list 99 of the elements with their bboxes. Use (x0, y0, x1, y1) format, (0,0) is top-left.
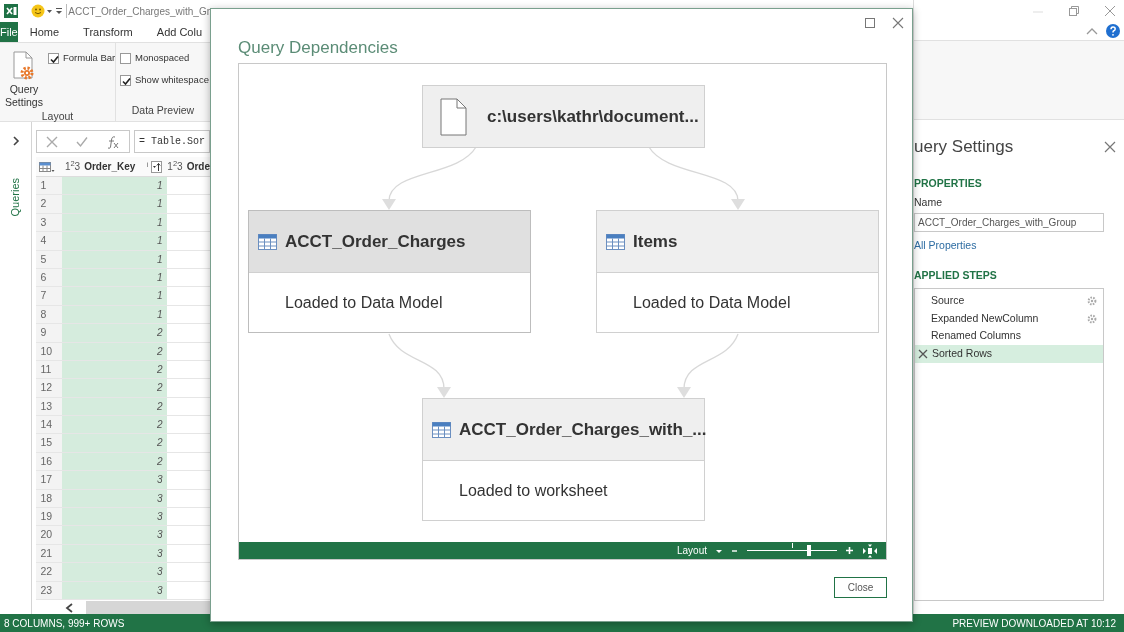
table-cell: 2 (62, 416, 168, 434)
column-header[interactable]: Order_Key (84, 159, 136, 174)
table-cell: 3 (62, 526, 168, 544)
function-icon[interactable] (106, 134, 121, 149)
all-properties-link[interactable]: All Properties (914, 238, 977, 254)
close-button[interactable]: Close (834, 577, 887, 598)
row-number: 20 (36, 526, 63, 544)
collapse-ribbon-icon[interactable] (1086, 26, 1098, 36)
row-number: 15 (36, 434, 63, 452)
section-heading: PROPERTIES (914, 175, 983, 191)
table-icon (432, 421, 451, 438)
type-icon[interactable]: 1$^{2}$3 (167, 159, 183, 174)
gear-icon[interactable] (1087, 313, 1097, 324)
table-icon (606, 233, 625, 250)
node-status: Loaded to Data Model (633, 292, 791, 313)
table-icon (258, 233, 277, 250)
group-label: Layout (40, 109, 75, 124)
table-cell: 2 (62, 379, 168, 397)
close-icon[interactable] (892, 17, 904, 29)
table-cell: 2 (62, 324, 168, 342)
status-text: 8 COLUMNS, 999+ ROWS (4, 616, 125, 631)
field-label: Name (914, 195, 943, 211)
query-node[interactable]: ACCT_Order_Charges Loaded to Data Model (248, 210, 531, 333)
option-label: Monospaced (135, 51, 190, 65)
table-cell: 2 (62, 434, 168, 452)
table-cell: 3 (62, 471, 168, 489)
customize-caret-icon[interactable] (54, 6, 64, 16)
option-label: Formula Bar (63, 51, 116, 65)
ribbon-tab[interactable]: Add Colu (144, 22, 215, 42)
cancel-icon[interactable] (46, 135, 59, 148)
row-number: 9 (36, 324, 63, 342)
table-cell: 3 (62, 508, 168, 526)
smiley-icon[interactable] (30, 4, 54, 18)
delete-step-icon[interactable] (918, 348, 928, 359)
connector-arrow (388, 333, 451, 398)
column-header[interactable]: Orde (186, 159, 210, 174)
node-status: Loaded to Data Model (285, 292, 443, 313)
close-icon[interactable] (1104, 140, 1116, 153)
file-tab[interactable]: File (0, 22, 18, 42)
table-menu-icon[interactable] (39, 160, 56, 173)
query-node[interactable]: c:\users\kathr\document... (422, 85, 705, 148)
zoom-in-icon[interactable] (845, 546, 854, 555)
gear-icon[interactable] (1087, 296, 1097, 307)
option-label: Show whitespace (135, 73, 209, 88)
file-icon (439, 97, 467, 136)
query-node[interactable]: Items Loaded to Data Model (596, 210, 879, 333)
query-node[interactable]: ACCT_Order_Charges_with_... Loaded to worksheet (422, 398, 705, 521)
node-status: Loaded to worksheet (459, 480, 608, 501)
queries-pane-tab[interactable]: Queries (7, 177, 24, 217)
query-settings-button[interactable]: Query Settings (4, 83, 44, 109)
node-title: ACCT_Order_Charges_with_... (459, 418, 707, 441)
close-icon[interactable] (1104, 5, 1116, 17)
ribbon-tab[interactable]: Transform (71, 22, 145, 42)
applied-step[interactable]: Sorted Rows (915, 345, 1103, 363)
window-title: ACCT_Order_Charges_with_Gr (68, 4, 210, 19)
connector-arrow (677, 333, 739, 398)
row-number: 7 (36, 287, 63, 305)
checked-checkbox[interactable] (48, 52, 59, 64)
fit-to-screen-icon[interactable] (862, 543, 878, 558)
layout-menu[interactable]: Layout (676, 543, 707, 558)
node-title: ACCT_Order_Charges (285, 230, 466, 253)
name-field[interactable]: ACCT_Order_Charges_with_Group (914, 213, 1104, 232)
type-icon[interactable]: 1$^{2}$3 (64, 159, 81, 174)
confirm-icon[interactable] (76, 135, 89, 148)
applied-step[interactable]: Renamed Columns (915, 327, 1103, 345)
panel-title: uery Settings (914, 136, 1014, 158)
restore-icon[interactable] (1068, 5, 1080, 17)
expand-chevron-icon[interactable] (10, 135, 21, 147)
row-number: 19 (36, 508, 63, 526)
row-number: 14 (36, 416, 63, 434)
row-number: 17 (36, 471, 63, 489)
checked-checkbox[interactable] (120, 74, 131, 86)
sort-ascending-icon[interactable] (146, 160, 163, 173)
node-title: Items (633, 230, 678, 253)
table-cell: 1 (62, 287, 168, 305)
formula-field[interactable]: = Table.Sor (134, 130, 210, 153)
applied-step[interactable]: Source (915, 292, 1103, 310)
row-number: 2 (36, 195, 63, 213)
help-icon[interactable] (1106, 24, 1120, 38)
checkbox[interactable] (120, 52, 131, 64)
ribbon-tab[interactable]: Home (17, 22, 72, 42)
section-heading: APPLIED STEPS (914, 267, 998, 283)
excel-icon (4, 4, 18, 18)
applied-step[interactable]: Expanded NewColumn (915, 310, 1103, 328)
group-label: Data Preview (130, 103, 196, 118)
status-text: PREVIEW DOWNLOADED AT 10:12 (952, 616, 1117, 631)
row-number: 4 (36, 232, 63, 250)
table-cell: 1 (62, 195, 168, 213)
dialog-title: Query Dependencies (238, 37, 398, 59)
table-cell: 1 (62, 177, 168, 195)
maximize-icon[interactable] (864, 17, 876, 29)
slider-thumb[interactable] (807, 545, 812, 556)
row-number: 1 (36, 177, 63, 195)
horizontal-scrollbar[interactable] (86, 601, 210, 614)
table-cell: 1 (62, 232, 168, 250)
node-title: c:\users\kathr\document... (487, 105, 699, 128)
row-number: 22 (36, 563, 63, 581)
table-cell: 3 (62, 563, 168, 581)
row-number: 12 (36, 379, 63, 397)
